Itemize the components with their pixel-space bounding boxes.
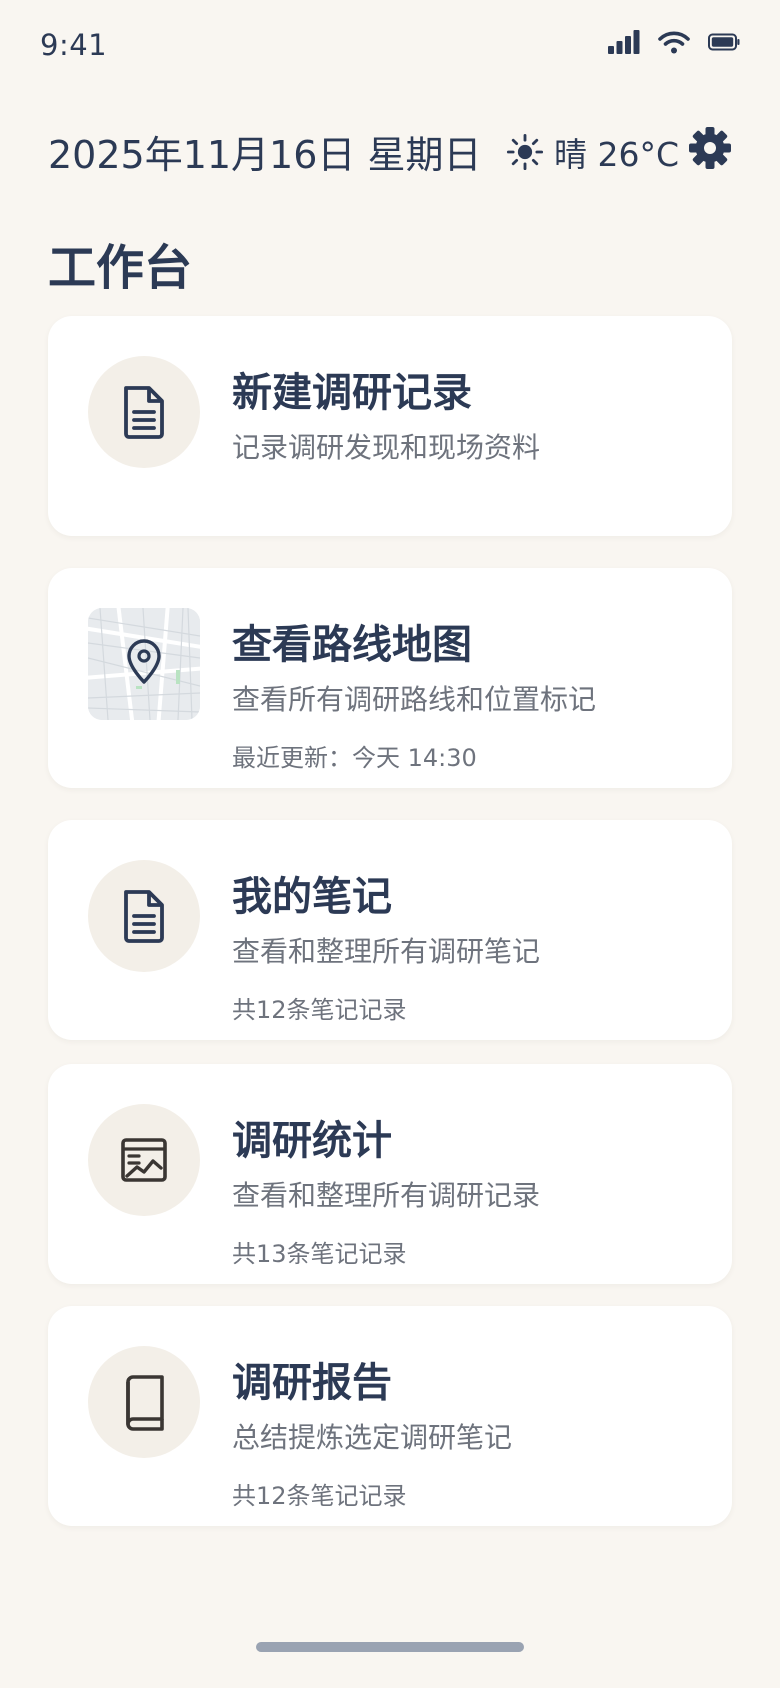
status-bar: 9:41 <box>0 0 780 90</box>
card-title: 调研统计 <box>232 1118 392 1164</box>
wifi-icon <box>658 31 690 54</box>
card-icon-circle <box>88 1104 200 1216</box>
card-icon-circle <box>88 1346 200 1458</box>
card-title: 调研报告 <box>232 1360 392 1406</box>
card-research-report[interactable]: 调研报告 总结提炼选定调研笔记 共12条笔记记录 <box>48 1306 732 1526</box>
card-description: 查看和整理所有调研笔记 <box>232 935 541 968</box>
card-meta: 共13条笔记记录 <box>232 1240 407 1268</box>
card-meta: 共12条笔记记录 <box>232 1482 407 1510</box>
map-thumbnail <box>88 608 200 720</box>
status-time: 9:41 <box>40 28 108 62</box>
card-description: 记录调研发现和现场资料 <box>232 431 541 464</box>
card-title: 查看路线地图 <box>232 622 472 668</box>
date-text: 2025年11月16日 星期日 <box>48 133 482 177</box>
weather-text: 晴 26°C <box>554 135 680 174</box>
card-my-notes[interactable]: 我的笔记 查看和整理所有调研笔记 共12条笔记记录 <box>48 820 732 1040</box>
card-description: 查看和整理所有调研记录 <box>232 1179 541 1212</box>
status-icons <box>608 30 740 54</box>
sun-icon <box>506 133 544 171</box>
cellular-signal-icon <box>608 30 640 54</box>
map-pin-icon <box>127 639 161 684</box>
card-icon-circle <box>88 860 200 972</box>
settings-button[interactable] <box>688 126 732 170</box>
card-icon-circle <box>88 356 200 468</box>
document-icon <box>124 890 164 943</box>
header: 2025年11月16日 星期日 晴 26°C <box>48 120 732 180</box>
battery-icon <box>708 33 740 51</box>
card-title: 我的笔记 <box>232 874 392 920</box>
card-new-research-record[interactable]: 新建调研记录 记录调研发现和现场资料 <box>48 316 732 536</box>
card-meta: 共12条笔记记录 <box>232 996 407 1024</box>
card-title: 新建调研记录 <box>232 370 472 416</box>
card-meta: 最近更新：今天 14:30 <box>232 744 477 772</box>
document-icon <box>124 386 164 439</box>
chart-icon <box>121 1138 167 1182</box>
book-icon <box>126 1375 164 1431</box>
card-route-map[interactable]: 查看路线地图 查看所有调研路线和位置标记 最近更新：今天 14:30 <box>48 568 732 788</box>
card-description: 查看所有调研路线和位置标记 <box>232 683 597 716</box>
page-title: 工作台 <box>48 240 193 296</box>
card-research-statistics[interactable]: 调研统计 查看和整理所有调研记录 共13条笔记记录 <box>48 1064 732 1284</box>
weather: 晴 26°C <box>506 128 679 176</box>
gear-icon <box>689 127 731 169</box>
card-description: 总结提炼选定调研笔记 <box>232 1421 513 1454</box>
home-indicator[interactable] <box>256 1642 524 1652</box>
